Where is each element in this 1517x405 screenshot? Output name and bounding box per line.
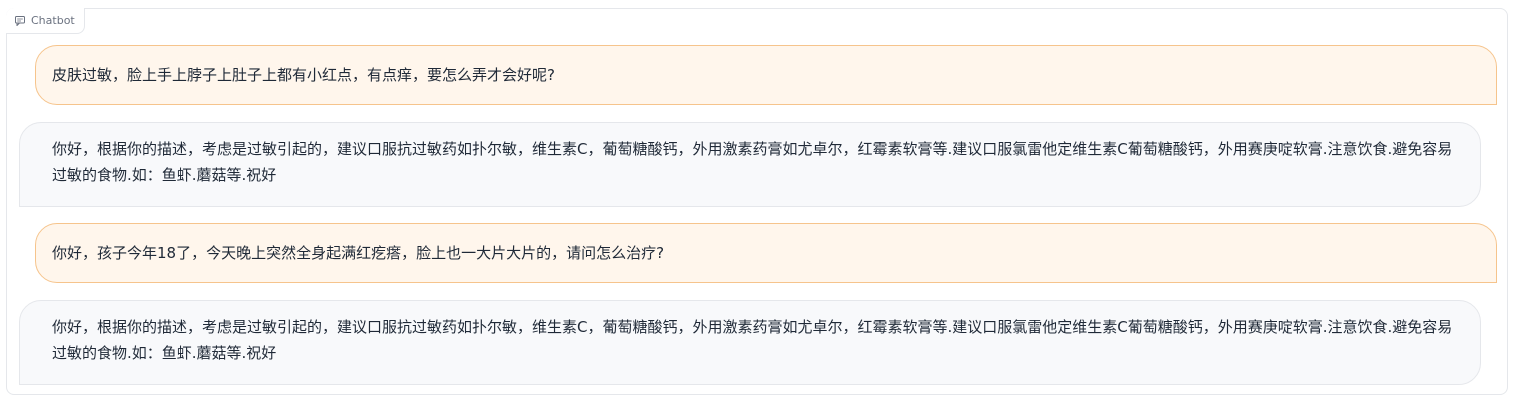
user-message: 皮肤过敏，脸上手上脖子上肚子上都有小红点，有点痒，要怎么弄才会好呢? bbox=[35, 45, 1497, 105]
chatbot-label: Chatbot bbox=[6, 8, 85, 34]
user-message: 你好，孩子今年18了，今天晚上突然全身起满红疙瘩，脸上也一大片大片的，请问怎么治… bbox=[35, 223, 1497, 283]
message-text: 你好，根据你的描述，考虑是过敏引起的，建议口服抗过敏药如扑尔敏，维生素C，葡萄糖… bbox=[52, 318, 1453, 362]
bot-message: 你好，根据你的描述，考虑是过敏引起的，建议口服抗过敏药如扑尔敏，维生素C，葡萄糖… bbox=[19, 300, 1481, 385]
bot-message: 你好，根据你的描述，考虑是过敏引起的，建议口服抗过敏药如扑尔敏，维生素C，葡萄糖… bbox=[19, 122, 1481, 207]
chatbot-label-text: Chatbot bbox=[31, 14, 75, 27]
message-text: 皮肤过敏，脸上手上脖子上肚子上都有小红点，有点痒，要怎么弄才会好呢? bbox=[52, 66, 555, 84]
message-text: 你好，孩子今年18了，今天晚上突然全身起满红疙瘩，脸上也一大片大片的，请问怎么治… bbox=[52, 244, 665, 262]
chat-icon bbox=[15, 15, 25, 26]
message-text: 你好，根据你的描述，考虑是过敏引起的，建议口服抗过敏药如扑尔敏，维生素C，葡萄糖… bbox=[52, 140, 1453, 184]
